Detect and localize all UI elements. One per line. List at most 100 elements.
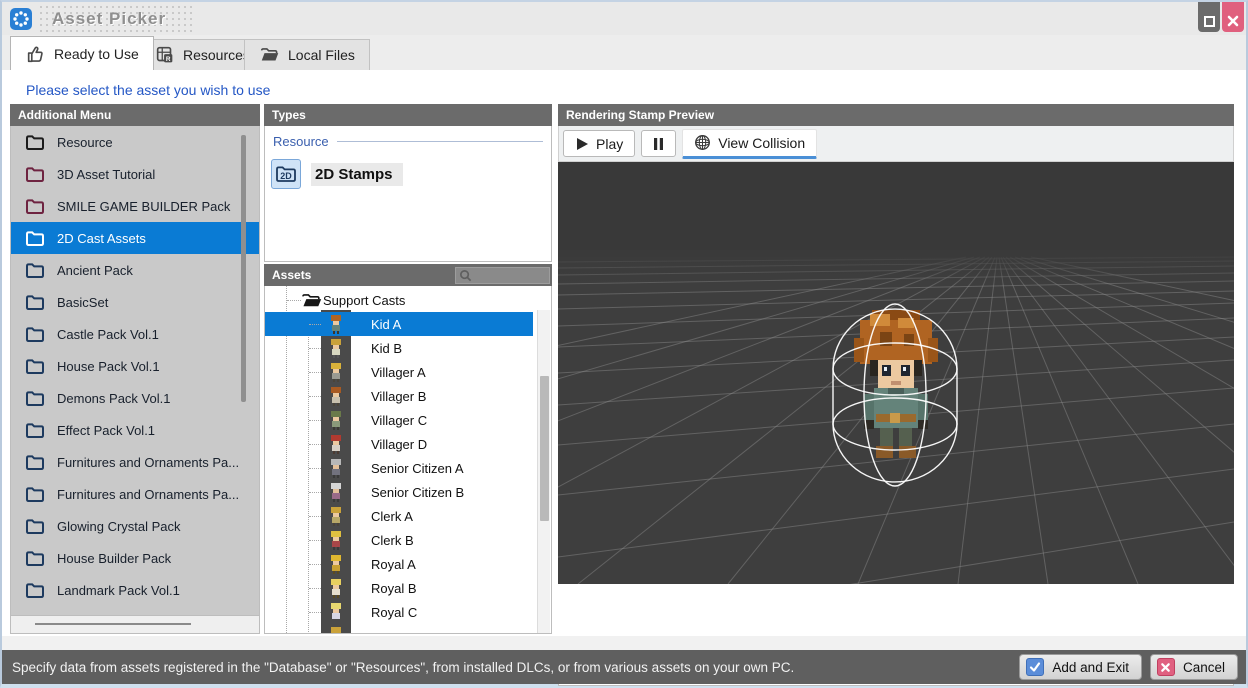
- menu-item-furnitures-1[interactable]: Furnitures and Ornaments Pa...: [11, 446, 259, 478]
- view-collision-button[interactable]: View Collision: [682, 129, 817, 159]
- thumbs-up-icon: [25, 43, 47, 65]
- assets-vertical-scrollbar[interactable]: [540, 376, 549, 521]
- asset-item-kid-b[interactable]: Kid B: [265, 336, 551, 360]
- status-text: Specify data from assets registered in t…: [12, 660, 1019, 675]
- title-bar[interactable]: Asset Picker: [2, 2, 1246, 35]
- folder-open-icon: [259, 44, 281, 66]
- assets-tree: Support Casts Kid A: [264, 286, 552, 634]
- types-group-label: Resource: [273, 134, 329, 149]
- menu-item-demons-pack[interactable]: Demons Pack Vol.1: [11, 382, 259, 414]
- asset-item-royal-b[interactable]: Royal B: [265, 576, 551, 600]
- asset-item-senior-citizen-a[interactable]: Senior Citizen A: [265, 456, 551, 480]
- menu-item-house-builder[interactable]: House Builder Pack: [11, 542, 259, 574]
- types-body: Resource 2D 2D Stamps: [264, 126, 552, 262]
- resource-box-icon: R: [154, 44, 176, 66]
- cast-sprite-icon: [321, 504, 351, 528]
- asset-item-partial[interactable]: [265, 624, 551, 634]
- asset-item-clerk-a[interactable]: Clerk A: [265, 504, 551, 528]
- menu-item-effect-pack[interactable]: Effect Pack Vol.1: [11, 414, 259, 446]
- tab-label: Local Files: [288, 47, 355, 63]
- menu-item-house-pack[interactable]: House Pack Vol.1: [11, 350, 259, 382]
- folder-icon: [25, 549, 45, 567]
- asset-item-royal-a[interactable]: Royal A: [265, 552, 551, 576]
- 2d-stamps-icon: 2D: [271, 159, 301, 189]
- folder-open-icon: [301, 291, 323, 309]
- types-group-row: Resource: [273, 134, 543, 149]
- asset-item-royal-c[interactable]: Royal C: [265, 600, 551, 624]
- menu-item-resource[interactable]: Resource: [11, 126, 259, 158]
- play-icon: [575, 137, 589, 151]
- menu-item-2d-cast-assets[interactable]: 2D Cast Assets: [11, 222, 259, 254]
- asset-item-villager-d[interactable]: Villager D: [265, 432, 551, 456]
- assets-scroll-track[interactable]: [537, 310, 550, 633]
- menu-horizontal-scrollbar[interactable]: [35, 623, 191, 625]
- close-icon: [1227, 15, 1239, 27]
- asset-item-clerk-b[interactable]: Clerk B: [265, 528, 551, 552]
- menu-item-landmark-pack[interactable]: Landmark Pack Vol.1: [11, 574, 259, 606]
- menu-item-sgb-pack[interactable]: SMILE GAME BUILDER Pack: [11, 190, 259, 222]
- menu-item-partial[interactable]: [11, 606, 259, 616]
- menu-item-basicset[interactable]: BasicSet: [11, 286, 259, 318]
- add-and-exit-button[interactable]: Add and Exit: [1019, 654, 1142, 680]
- tab-label: Ready to Use: [54, 46, 139, 62]
- folder-icon: [25, 229, 45, 247]
- folder-icon: [25, 165, 45, 183]
- menu-vertical-scrollbar[interactable]: [241, 135, 246, 402]
- asset-item-villager-c[interactable]: Villager C: [265, 408, 551, 432]
- cast-sprite-icon: [321, 576, 351, 600]
- preview-header: Rendering Stamp Preview: [558, 104, 1234, 126]
- asset-item-villager-a[interactable]: Villager A: [265, 360, 551, 384]
- cast-sprite-icon: [321, 456, 351, 480]
- additional-menu-panel: Additional Menu Resource 3D Asset Tutori…: [10, 104, 260, 634]
- 3d-viewport[interactable]: [558, 162, 1234, 584]
- tab-ready-to-use[interactable]: Ready to Use: [10, 36, 154, 70]
- asset-search-input[interactable]: [455, 267, 550, 284]
- x-icon: [1157, 658, 1175, 676]
- tab-label: Resources: [183, 47, 250, 63]
- folder-icon: [25, 581, 45, 599]
- folder-icon: [25, 517, 45, 535]
- asset-picker-window: Asset Picker Ready to Use R Resources: [0, 0, 1248, 688]
- play-button[interactable]: Play: [563, 130, 635, 157]
- asset-item-kid-a[interactable]: Kid A: [265, 312, 551, 336]
- check-icon: [1026, 658, 1044, 676]
- asset-item-senior-citizen-b[interactable]: Senior Citizen B: [265, 480, 551, 504]
- preview-toolbar: Play View Collision: [558, 126, 1234, 162]
- cast-sprite-icon: [321, 600, 351, 624]
- wire-sphere-icon: [694, 134, 711, 151]
- cast-sprite-icon: [321, 480, 351, 504]
- menu-item-furnitures-2[interactable]: Furnitures and Ornaments Pa...: [11, 478, 259, 510]
- app-icon: [10, 8, 32, 30]
- maximize-icon: [1204, 16, 1215, 27]
- menu-item-castle-pack[interactable]: Castle Pack Vol.1: [11, 318, 259, 350]
- menu-horizontal-scroll-track[interactable]: [10, 616, 260, 634]
- menu-item-glowing-crystal[interactable]: Glowing Crystal Pack: [11, 510, 259, 542]
- cast-sprite-icon: [321, 312, 351, 336]
- cast-sprite-icon: [321, 360, 351, 384]
- cast-sprite-icon: [321, 408, 351, 432]
- svg-text:R: R: [166, 56, 171, 63]
- cast-sprite-icon: [321, 528, 351, 552]
- folder-icon: [25, 485, 45, 503]
- tab-local-files[interactable]: Local Files: [244, 39, 370, 70]
- cancel-button[interactable]: Cancel: [1150, 654, 1238, 680]
- svg-text:2D: 2D: [280, 171, 292, 181]
- menu-item-3d-asset-tutorial[interactable]: 3D Asset Tutorial: [11, 158, 259, 190]
- folder-icon: [25, 389, 45, 407]
- asset-rows: Kid A Kid B Villager A: [265, 312, 551, 634]
- window-title-pattern: Asset Picker: [38, 4, 194, 34]
- rendering-stamp-preview-panel: Rendering Stamp Preview Play Vie: [558, 104, 1234, 634]
- maximize-button[interactable]: [1198, 2, 1220, 32]
- type-item-label: 2D Stamps: [311, 163, 403, 186]
- footer-bar: Specify data from assets registered in t…: [2, 650, 1246, 684]
- asset-item-villager-b[interactable]: Villager B: [265, 384, 551, 408]
- folder-icon: [25, 357, 45, 375]
- close-button[interactable]: [1222, 2, 1244, 32]
- tree-node-support-casts[interactable]: Support Casts: [265, 288, 405, 312]
- type-item-2d-stamps[interactable]: 2D 2D Stamps: [271, 159, 551, 189]
- pause-button[interactable]: [641, 130, 676, 157]
- content-footer-gap: [2, 636, 1246, 650]
- cast-sprite-icon: [321, 432, 351, 456]
- folder-icon: [25, 325, 45, 343]
- menu-item-ancient-pack[interactable]: Ancient Pack: [11, 254, 259, 286]
